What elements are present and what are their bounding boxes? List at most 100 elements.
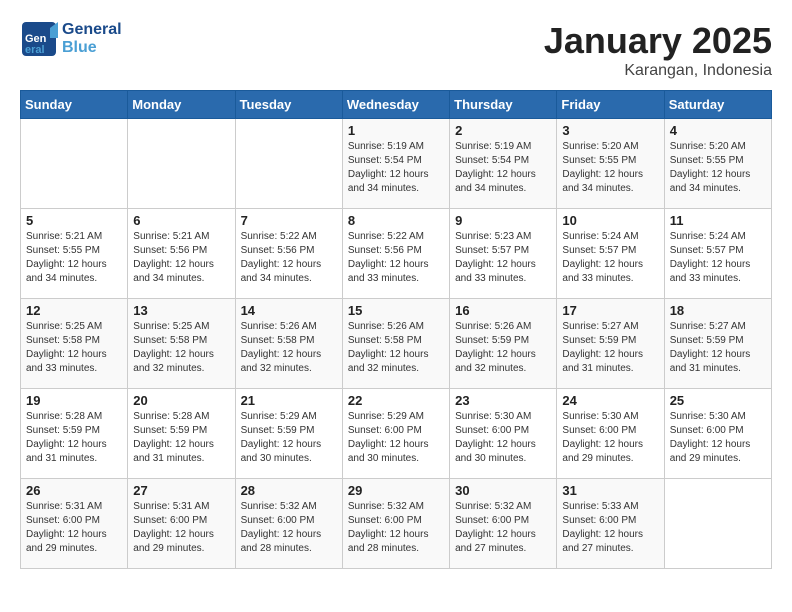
day-info: Sunrise: 5:31 AM Sunset: 6:00 PM Dayligh… — [133, 500, 229, 556]
table-row: 20 Sunrise: 5:28 AM Sunset: 5:59 PM Dayli… — [128, 389, 235, 479]
day-number: 1 — [348, 123, 444, 138]
weekday-header-row: Sunday Monday Tuesday Wednesday Thursday… — [21, 91, 772, 119]
day-info: Sunrise: 5:23 AM Sunset: 5:57 PM Dayligh… — [455, 230, 551, 286]
table-row: 10Sunrise: 5:24 AM Sunset: 5:57 PM Dayli… — [557, 209, 664, 299]
day-number: 14 — [241, 303, 337, 318]
table-row: 28 Sunrise: 5:32 AM Sunset: 6:00 PM Dayli… — [235, 479, 342, 569]
day-info: Sunrise: 5:26 AM Sunset: 5:58 PM Dayligh… — [241, 320, 337, 376]
day-info: Sunrise: 5:32 AM Sunset: 6:00 PM Dayligh… — [241, 500, 337, 556]
header-wednesday: Wednesday — [342, 91, 449, 119]
table-row: 18Sunrise: 5:27 AM Sunset: 5:59 PM Dayli… — [664, 299, 771, 389]
day-info: Sunrise: 5:27 AM Sunset: 5:59 PM Dayligh… — [562, 320, 658, 376]
day-info: Sunrise: 5:30 AM Sunset: 6:00 PM Dayligh… — [670, 410, 766, 466]
table-row: 30 Sunrise: 5:32 AM Sunset: 6:00 PM Dayli… — [450, 479, 557, 569]
day-info: Sunrise: 5:25 AM Sunset: 5:58 PM Dayligh… — [133, 320, 229, 376]
table-row: 11Sunrise: 5:24 AM Sunset: 5:57 PM Dayli… — [664, 209, 771, 299]
day-number: 23 — [455, 393, 551, 408]
table-row: 14 Sunrise: 5:26 AM Sunset: 5:58 PM Dayli… — [235, 299, 342, 389]
day-number: 3 — [562, 123, 658, 138]
table-row: 21 Sunrise: 5:29 AM Sunset: 5:59 PM Dayli… — [235, 389, 342, 479]
day-info: Sunrise: 5:27 AM Sunset: 5:59 PM Dayligh… — [670, 320, 766, 376]
table-row: 25 Sunrise: 5:30 AM Sunset: 6:00 PM Dayli… — [664, 389, 771, 479]
table-row: 8 Sunrise: 5:22 AM Sunset: 5:56 PM Daylig… — [342, 209, 449, 299]
day-number: 17 — [562, 303, 658, 318]
day-number: 15 — [348, 303, 444, 318]
day-info: Sunrise: 5:28 AM Sunset: 5:59 PM Dayligh… — [133, 410, 229, 466]
day-info: Sunrise: 5:20 AM Sunset: 5:55 PM Dayligh… — [562, 140, 658, 196]
day-number: 16 — [455, 303, 551, 318]
day-number: 22 — [348, 393, 444, 408]
day-info: Sunrise: 5:21 AM Sunset: 5:56 PM Dayligh… — [133, 230, 229, 286]
day-info: Sunrise: 5:32 AM Sunset: 6:00 PM Dayligh… — [348, 500, 444, 556]
calendar-week-row: 5 Sunrise: 5:21 AM Sunset: 5:55 PM Daylig… — [21, 209, 772, 299]
page-header: Gen eral General Blue January 2025 Karan… — [20, 20, 772, 80]
calendar-table: Sunday Monday Tuesday Wednesday Thursday… — [20, 90, 772, 569]
day-info: Sunrise: 5:24 AM Sunset: 5:57 PM Dayligh… — [562, 230, 658, 286]
logo: Gen eral General Blue — [20, 20, 122, 58]
day-info: Sunrise: 5:19 AM Sunset: 5:54 PM Dayligh… — [455, 140, 551, 196]
table-row: 4Sunrise: 5:20 AM Sunset: 5:55 PM Daylig… — [664, 119, 771, 209]
table-row: 5 Sunrise: 5:21 AM Sunset: 5:55 PM Daylig… — [21, 209, 128, 299]
day-info: Sunrise: 5:30 AM Sunset: 6:00 PM Dayligh… — [562, 410, 658, 466]
day-number: 19 — [26, 393, 122, 408]
day-number: 5 — [26, 213, 122, 228]
day-number: 27 — [133, 483, 229, 498]
day-number: 25 — [670, 393, 766, 408]
day-number: 12 — [26, 303, 122, 318]
table-row: 3 Sunrise: 5:20 AM Sunset: 5:55 PM Daylig… — [557, 119, 664, 209]
calendar-week-row: 19 Sunrise: 5:28 AM Sunset: 5:59 PM Dayli… — [21, 389, 772, 479]
day-number: 29 — [348, 483, 444, 498]
table-row: 31Sunrise: 5:33 AM Sunset: 6:00 PM Dayli… — [557, 479, 664, 569]
table-row: 9 Sunrise: 5:23 AM Sunset: 5:57 PM Daylig… — [450, 209, 557, 299]
logo-general: General — [62, 21, 122, 39]
day-info: Sunrise: 5:24 AM Sunset: 5:57 PM Dayligh… — [670, 230, 766, 286]
day-info: Sunrise: 5:22 AM Sunset: 5:56 PM Dayligh… — [241, 230, 337, 286]
title-block: January 2025 Karangan, Indonesia — [544, 20, 772, 80]
day-info: Sunrise: 5:26 AM Sunset: 5:59 PM Dayligh… — [455, 320, 551, 376]
day-number: 20 — [133, 393, 229, 408]
table-row: 12Sunrise: 5:25 AM Sunset: 5:58 PM Dayli… — [21, 299, 128, 389]
day-number: 9 — [455, 213, 551, 228]
day-number: 8 — [348, 213, 444, 228]
table-row — [128, 119, 235, 209]
day-number: 21 — [241, 393, 337, 408]
header-friday: Friday — [557, 91, 664, 119]
day-info: Sunrise: 5:29 AM Sunset: 6:00 PM Dayligh… — [348, 410, 444, 466]
table-row: 27 Sunrise: 5:31 AM Sunset: 6:00 PM Dayli… — [128, 479, 235, 569]
table-row — [21, 119, 128, 209]
day-info: Sunrise: 5:29 AM Sunset: 5:59 PM Dayligh… — [241, 410, 337, 466]
table-row: 23Sunrise: 5:30 AM Sunset: 6:00 PM Dayli… — [450, 389, 557, 479]
day-info: Sunrise: 5:32 AM Sunset: 6:00 PM Dayligh… — [455, 500, 551, 556]
calendar-title: January 2025 — [544, 20, 772, 62]
table-row: 7Sunrise: 5:22 AM Sunset: 5:56 PM Daylig… — [235, 209, 342, 299]
header-sunday: Sunday — [21, 91, 128, 119]
table-row: 17 Sunrise: 5:27 AM Sunset: 5:59 PM Dayli… — [557, 299, 664, 389]
svg-text:eral: eral — [25, 44, 45, 56]
day-number: 30 — [455, 483, 551, 498]
day-info: Sunrise: 5:26 AM Sunset: 5:58 PM Dayligh… — [348, 320, 444, 376]
table-row: 13 Sunrise: 5:25 AM Sunset: 5:58 PM Dayli… — [128, 299, 235, 389]
header-saturday: Saturday — [664, 91, 771, 119]
day-info: Sunrise: 5:22 AM Sunset: 5:56 PM Dayligh… — [348, 230, 444, 286]
day-info: Sunrise: 5:20 AM Sunset: 5:55 PM Dayligh… — [670, 140, 766, 196]
logo-icon: Gen eral — [20, 20, 58, 58]
logo-blue: Blue — [62, 39, 122, 57]
day-info: Sunrise: 5:19 AM Sunset: 5:54 PM Dayligh… — [348, 140, 444, 196]
table-row: 6 Sunrise: 5:21 AM Sunset: 5:56 PM Daylig… — [128, 209, 235, 299]
table-row: 26 Sunrise: 5:31 AM Sunset: 6:00 PM Dayli… — [21, 479, 128, 569]
table-row: 29 Sunrise: 5:32 AM Sunset: 6:00 PM Dayli… — [342, 479, 449, 569]
day-number: 6 — [133, 213, 229, 228]
day-number: 28 — [241, 483, 337, 498]
table-row: 16 Sunrise: 5:26 AM Sunset: 5:59 PM Dayli… — [450, 299, 557, 389]
day-number: 24 — [562, 393, 658, 408]
table-row: 1 Sunrise: 5:19 AM Sunset: 5:54 PM Daylig… — [342, 119, 449, 209]
table-row — [235, 119, 342, 209]
day-info: Sunrise: 5:33 AM Sunset: 6:00 PM Dayligh… — [562, 500, 658, 556]
day-number: 13 — [133, 303, 229, 318]
day-info: Sunrise: 5:21 AM Sunset: 5:55 PM Dayligh… — [26, 230, 122, 286]
day-info: Sunrise: 5:28 AM Sunset: 5:59 PM Dayligh… — [26, 410, 122, 466]
day-info: Sunrise: 5:31 AM Sunset: 6:00 PM Dayligh… — [26, 500, 122, 556]
table-row: 2Sunrise: 5:19 AM Sunset: 5:54 PM Daylig… — [450, 119, 557, 209]
day-number: 26 — [26, 483, 122, 498]
header-tuesday: Tuesday — [235, 91, 342, 119]
